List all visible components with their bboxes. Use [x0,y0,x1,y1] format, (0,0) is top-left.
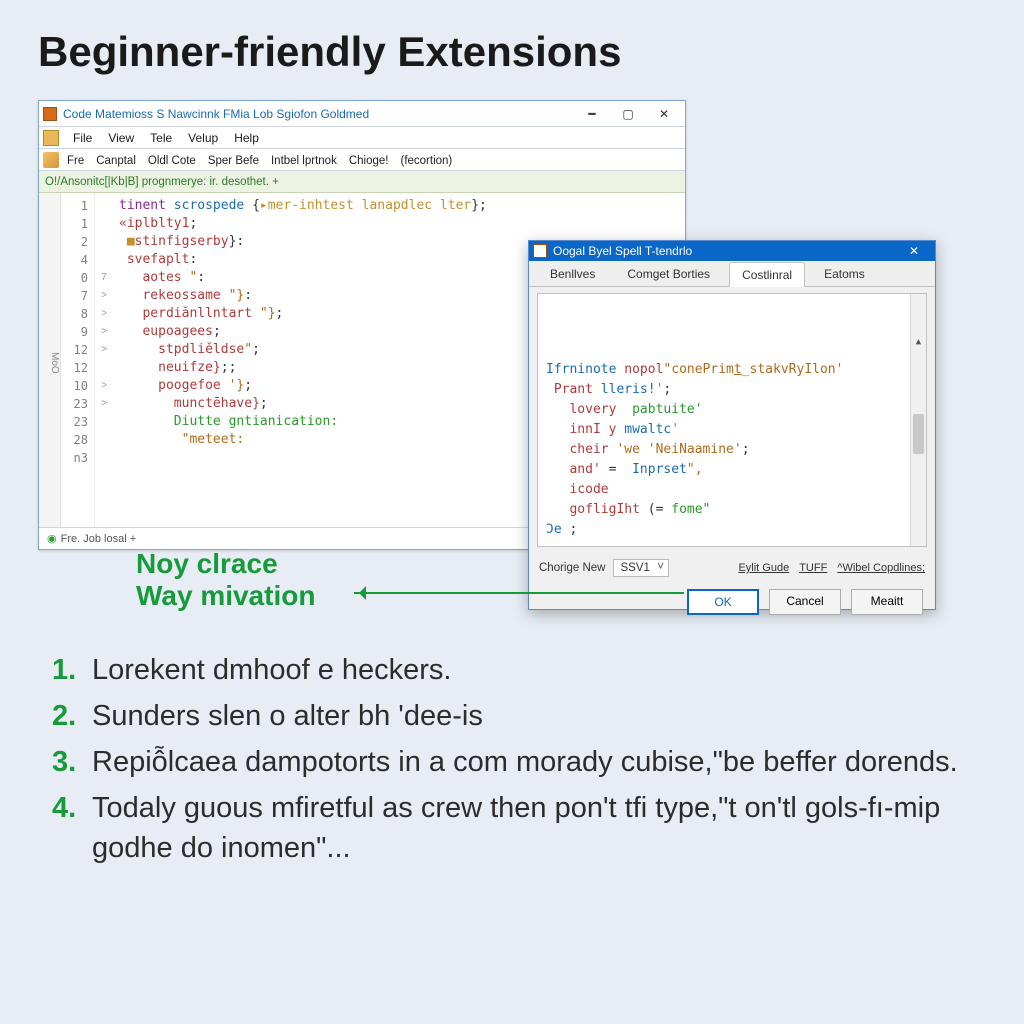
toolbar-item[interactable]: Chioge! [343,153,395,169]
editor-toolbar: FreCanptalOldl CoteSper BefeIntbel lprtn… [39,149,685,171]
menu-file[interactable]: File [65,129,100,147]
step-item: 4.Todaly guous mfiretful as crew then po… [52,788,980,868]
callout-text: Noy clrace Way mivation [136,548,315,612]
ok-button[interactable]: OK [687,589,759,615]
steps-list: 1.Lorekent dmhoof e heckers. 2.Sunders sl… [52,650,980,874]
menu-help[interactable]: Help [226,129,267,147]
dialog-window: Oogal Byel Spell T-tendrlo ✕ BenllvesCom… [528,240,936,610]
dialog-tab[interactable]: Eatoms [811,261,878,286]
toolbar-item[interactable]: Intbel lprtnok [265,153,343,169]
step-item: 3.Repiỗlcaea dampotorts in a com morady … [52,742,980,782]
dialog-title: Oogal Byel Spell T-tendrlo [553,244,897,258]
editor-titlebar[interactable]: Code Matemioss S Nawcinnk FMia Lob Sgiof… [39,101,685,127]
box-icon[interactable] [43,152,59,168]
toolbar-item[interactable]: Fre [61,153,90,169]
menu-velup[interactable]: Velup [180,129,226,147]
dialog-tab[interactable]: Comget Borties [614,261,723,286]
toolbar-item[interactable]: Oldl Cote [142,153,202,169]
scroll-up-icon[interactable]: ▲ [911,334,926,350]
dialog-titlebar[interactable]: Oogal Byel Spell T-tendrlo ✕ [529,241,935,261]
close-button[interactable]: ✕ [647,104,681,124]
folder-icon[interactable] [43,130,59,146]
fold-gutter: 7>>>>>> [95,193,113,527]
status-left: Fre. Job losal + [61,533,137,545]
step-item: 2.Sunders slen o alter bh 'dee-is [52,696,980,736]
menu-view[interactable]: View [100,129,142,147]
editor-tabbar[interactable]: O!/Ansonitc[|Kb|B] prognmerye: ir. desot… [39,171,685,193]
dialog-tabs: BenllvesComget BortiesCostlinralEatoms [529,261,935,287]
step-item: 1.Lorekent dmhoof e heckers. [52,650,980,690]
cancel-button[interactable]: Cancel [769,589,841,615]
more-button[interactable]: Meaitt [851,589,923,615]
dialog-link[interactable]: Eylit Gude [738,562,789,574]
dialog-select[interactable]: SSV1 [613,559,668,577]
toolbar-item[interactable]: (fecortion) [394,153,458,169]
editor-menubar: FileViewTeleVelupHelp [39,127,685,149]
toolbar-item[interactable]: Canptal [90,153,142,169]
side-gutter: MoO [39,193,61,527]
toolbar-item[interactable]: Sper Befe [202,153,265,169]
dialog-select-label: Chorige New [539,562,605,574]
app-icon [43,107,57,121]
callout-arrow [354,592,684,594]
dialog-controls-row: Chorige New SSV1 Eylit Gude TUFF ^Wibel Co… [529,553,935,583]
dialog-scrollbar[interactable]: ▲ [910,294,926,546]
editor-title: Code Matemioss S Nawcinnk FMia Lob Sgiof… [63,107,575,121]
dialog-body[interactable]: ▲ Ifrninote nopol"conePrimt_stakvRyIlon'… [537,293,927,547]
dialog-link[interactable]: TUFF [799,562,827,574]
editor-tab[interactable]: O!/Ansonitc[|Kb|B] prognmerye: ir. desot… [45,176,279,188]
menu-tele[interactable]: Tele [142,129,180,147]
dialog-tab[interactable]: Benllves [537,261,608,286]
dialog-link[interactable]: ^Wibel Copdlines; [837,562,925,574]
dialog-button-row: OK Cancel Meaitt [529,583,935,627]
maximize-button[interactable]: ▢ [611,104,645,124]
minimize-button[interactable]: ━ [575,104,609,124]
scroll-thumb[interactable] [913,414,924,454]
dialog-tab[interactable]: Costlinral [729,262,805,287]
lineno-gutter: 11240789121210232328n3 [61,193,95,527]
dialog-close-button[interactable]: ✕ [897,241,931,261]
dialog-icon [533,244,547,258]
page-title: Beginner-friendly Extensions [0,0,1024,76]
